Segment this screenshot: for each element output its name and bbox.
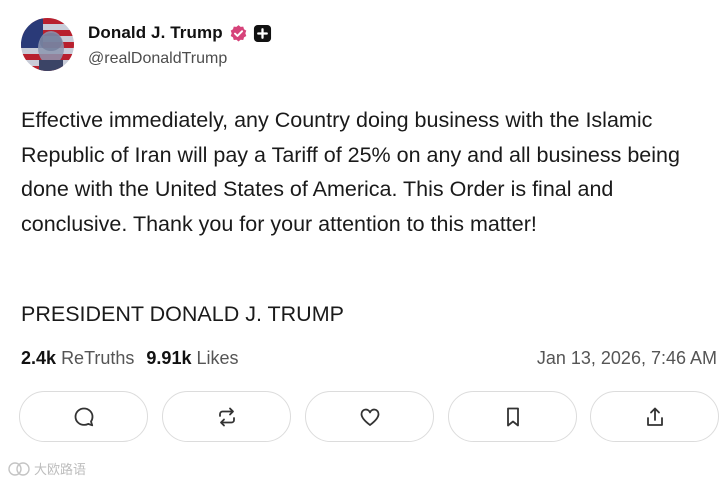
action-bar [19,391,719,444]
share-button[interactable] [590,391,719,442]
reply-button[interactable] [19,391,148,442]
truth-post: Donald J. Trump @realDonaldTrump Effecti… [0,0,725,484]
heart-icon [360,408,379,426]
post-timestamp[interactable]: Jan 13, 2026, 7:46 AM [537,344,717,372]
avatar-image [21,18,74,71]
watermark: 大欧路语 [8,459,86,478]
watermark-text: 大欧路语 [34,462,87,477]
likes-label: Likes [196,348,239,368]
retruth-button[interactable] [162,391,291,442]
retruths-label: ReTruths [61,348,135,368]
comment-icon [74,407,93,426]
like-button[interactable] [305,391,434,442]
author-handle[interactable]: @realDonaldTrump [88,50,227,68]
bookmark-icon [506,407,519,426]
watermark-logo-icon [8,461,30,476]
plus-badge-icon [253,24,271,42]
bookmark-button[interactable] [448,391,577,442]
verified-icon [230,24,246,41]
post-text: Effective immediately, any Country doing… [21,108,680,236]
likes-stat[interactable]: 9.91k Likes [146,348,238,368]
post-stats: 2.4k ReTruths 9.91k Likes [21,344,239,372]
author-row: Donald J. Trump [88,20,272,46]
likes-count: 9.91k [146,348,192,368]
retruths-stat[interactable]: 2.4k ReTruths [21,348,134,368]
share-icon [646,407,663,426]
post-signature: PRESIDENT DONALD J. TRUMP [21,302,344,326]
author-display-name[interactable]: Donald J. Trump [88,23,223,43]
avatar[interactable] [21,18,74,71]
retruths-count: 2.4k [21,348,57,368]
repost-icon [218,407,235,426]
